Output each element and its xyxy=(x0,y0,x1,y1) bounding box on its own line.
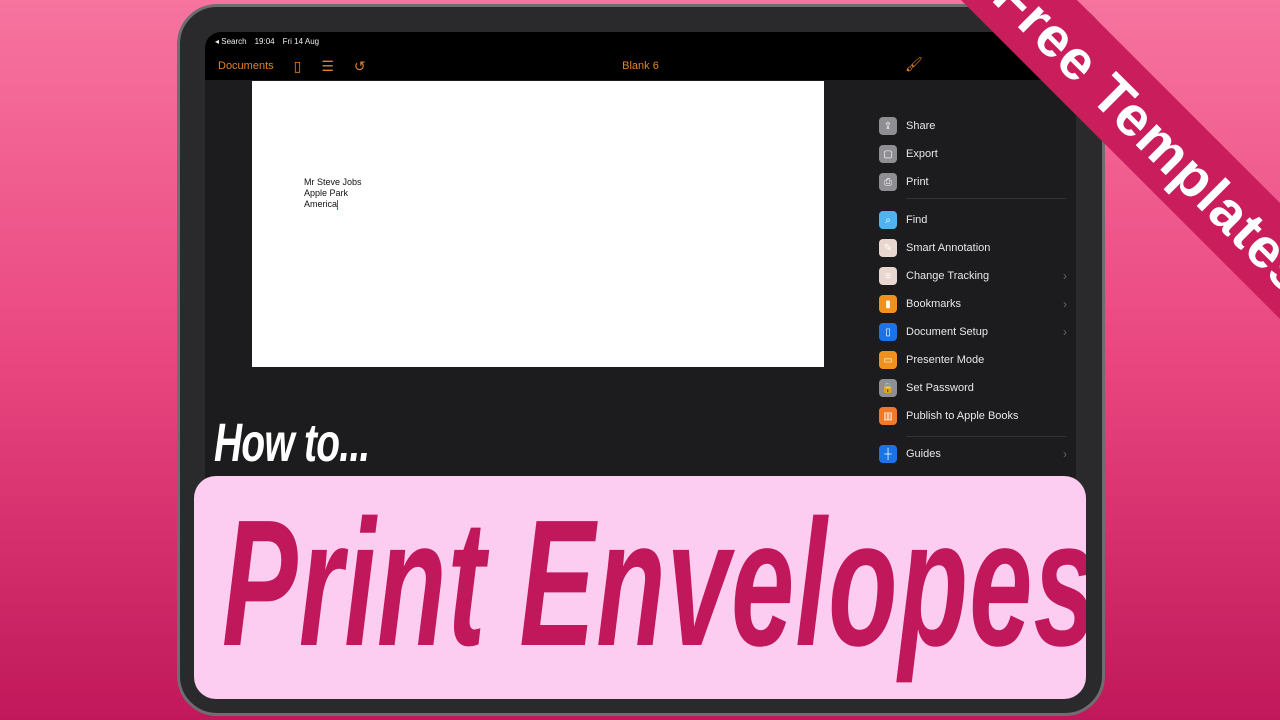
menu-item-label: Change Tracking xyxy=(906,270,990,282)
menu-item-document-setup[interactable]: ▯ Document Setup › xyxy=(879,321,1067,343)
time: 19:04 xyxy=(254,37,275,46)
menu-item-label: Document Setup xyxy=(906,326,988,338)
menu-item-label: Print xyxy=(906,176,929,188)
menu-item-label: Guides xyxy=(906,448,941,460)
menu-item-label: Export xyxy=(906,148,938,160)
document-title: Blank 6 xyxy=(622,60,659,72)
presenter-icon: ▭ xyxy=(879,351,897,369)
status-bar: ◂ Search 19:04 Fri 14 Aug xyxy=(215,37,319,46)
chevron-right-icon: › xyxy=(1063,325,1067,339)
envelope-page[interactable]: Mr Steve Jobs Apple Park America xyxy=(252,81,824,367)
documents-button[interactable]: Documents xyxy=(218,60,274,72)
address-line: Mr Steve Jobs xyxy=(304,177,362,187)
address-line: America xyxy=(304,199,338,209)
menu-item-label: Publish to Apple Books xyxy=(906,410,1019,422)
menu-item-label: Smart Annotation xyxy=(906,242,991,254)
bookmark-icon: ▮ xyxy=(879,295,897,313)
lock-icon: 🔒 xyxy=(879,379,897,397)
menu-item-change-tracking[interactable]: ≡ Change Tracking › xyxy=(879,265,1067,287)
search-icon: ⌕ xyxy=(879,211,897,229)
menu-item-smart-annotation[interactable]: ✎ Smart Annotation xyxy=(879,237,1067,259)
toolbar: Documents ▯ ☰ ↺ Blank 6 xyxy=(205,52,1076,80)
share-icon: ⇪ xyxy=(879,117,897,135)
menu-item-label: Bookmarks xyxy=(906,298,962,310)
address-line: Apple Park xyxy=(304,188,349,198)
menu-item-publish-to-apple-books[interactable]: ▥ Publish to Apple Books xyxy=(879,405,1067,427)
menu-divider xyxy=(906,436,1066,437)
menu-item-presenter-mode[interactable]: ▭ Presenter Mode xyxy=(879,349,1067,371)
paintbrush-icon[interactable]: 🖌 xyxy=(905,56,923,73)
headline: Print Envelopes xyxy=(222,483,1086,684)
tracking-icon: ≡ xyxy=(879,267,897,285)
menu-item-share[interactable]: ⇪ Share xyxy=(879,115,1067,137)
undo-icon[interactable]: ↺ xyxy=(354,58,366,75)
how-to-caption: How to... xyxy=(214,413,370,473)
printer-icon: ⎙ xyxy=(879,173,897,191)
export-icon: ▢ xyxy=(879,145,897,163)
menu-item-label: Set Password xyxy=(906,382,974,394)
back-to-search[interactable]: ◂ Search xyxy=(215,37,247,46)
chevron-right-icon: › xyxy=(1063,297,1067,311)
menu-item-label: Find xyxy=(906,214,928,226)
menu-item-label: Share xyxy=(906,120,936,132)
sidebar-icon[interactable]: ▯ xyxy=(294,58,302,75)
headline-box: Print Envelopes xyxy=(194,476,1086,699)
address-block[interactable]: Mr Steve Jobs Apple Park America xyxy=(304,177,362,210)
menu-item-guides[interactable]: ┼ Guides › xyxy=(879,443,1067,465)
text-cursor xyxy=(337,199,339,210)
menu-item-bookmarks[interactable]: ▮ Bookmarks › xyxy=(879,293,1067,315)
list-icon[interactable]: ☰ xyxy=(321,58,334,75)
chevron-right-icon: › xyxy=(1063,269,1067,283)
menu-item-print[interactable]: ⎙ Print xyxy=(879,171,1067,193)
menu-item-label: Presenter Mode xyxy=(906,354,985,366)
annotation-icon: ✎ xyxy=(879,239,897,257)
menu-item-set-password[interactable]: 🔒 Set Password xyxy=(879,377,1067,399)
chevron-right-icon: › xyxy=(1063,447,1067,461)
book-icon: ▥ xyxy=(879,407,897,425)
menu-divider xyxy=(906,198,1066,199)
document-icon: ▯ xyxy=(879,323,897,341)
guides-icon: ┼ xyxy=(879,445,897,463)
menu-item-find[interactable]: ⌕ Find xyxy=(879,209,1067,231)
menu-item-export[interactable]: ▢ Export xyxy=(879,143,1067,165)
date: Fri 14 Aug xyxy=(282,37,320,46)
